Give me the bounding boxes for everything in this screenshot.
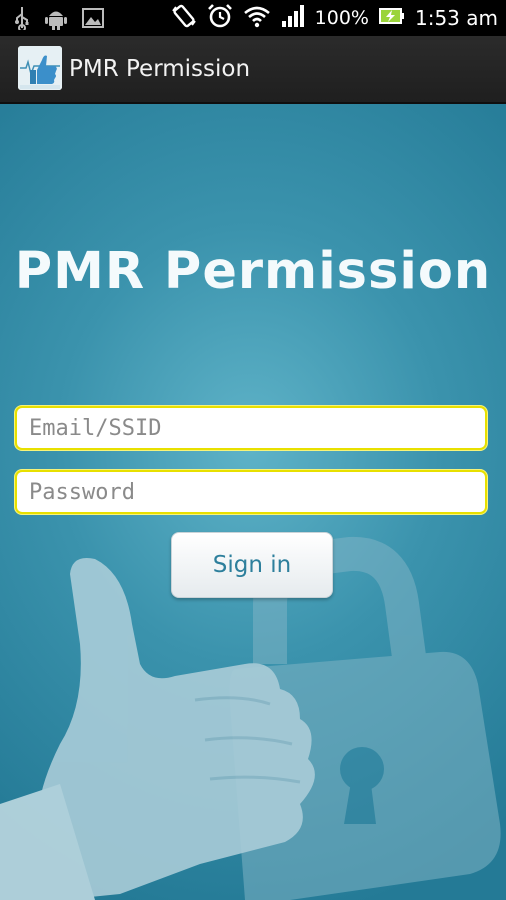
action-bar: PMR Permission xyxy=(0,36,506,104)
battery-charging-icon xyxy=(378,7,405,29)
app-logo-icon xyxy=(18,46,62,90)
alarm-icon xyxy=(207,3,233,33)
image-icon xyxy=(82,8,104,32)
battery-percent: 100% xyxy=(314,7,369,29)
clock: 1:53 am xyxy=(414,6,498,30)
rotate-icon xyxy=(171,3,197,33)
password-field[interactable] xyxy=(15,470,487,514)
login-screen: PMR Permission Sign in xyxy=(0,104,506,900)
action-bar-title: PMR Permission xyxy=(69,56,251,82)
wifi-icon xyxy=(243,4,271,32)
usb-icon xyxy=(14,6,30,34)
android-debug-icon xyxy=(44,6,68,34)
signal-icon xyxy=(281,5,305,31)
status-bar: 100% 1:53 am xyxy=(0,0,506,36)
email-field[interactable] xyxy=(15,406,487,450)
hero-title: PMR Permission xyxy=(14,242,492,301)
sign-in-button[interactable]: Sign in xyxy=(171,532,333,598)
